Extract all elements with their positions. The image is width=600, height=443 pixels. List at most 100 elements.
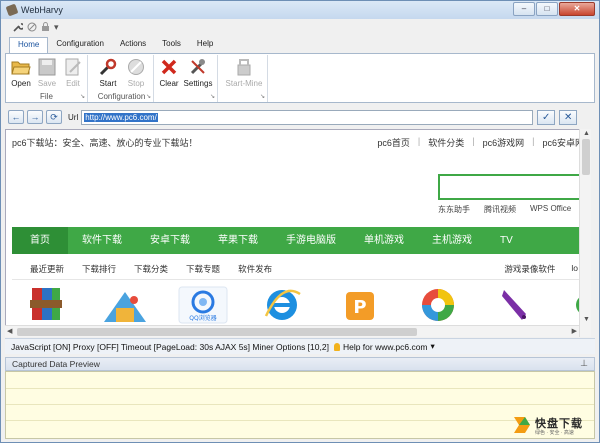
wrench-icon[interactable] — [13, 22, 23, 32]
edit-button[interactable]: Edit — [62, 57, 84, 88]
stop-load-button[interactable]: ✕ — [559, 109, 578, 125]
edit-icon — [63, 57, 83, 77]
hot-word[interactable]: 腾讯视频 — [484, 204, 516, 215]
site-nav-item[interactable]: 安卓下载 — [136, 227, 204, 254]
dropdown-icon[interactable]: ▾ — [54, 22, 59, 33]
settings-button[interactable]: Settings — [182, 57, 214, 88]
minimize-button[interactable]: – — [513, 2, 535, 16]
tab-tools[interactable]: Tools — [154, 37, 189, 53]
site-link[interactable]: pc6游戏网 — [483, 136, 525, 149]
start-label: Start — [99, 79, 117, 88]
cancel-icon[interactable] — [27, 22, 37, 32]
site-nav-item[interactable]: TV — [486, 227, 527, 254]
site-link[interactable]: 软件分类 — [428, 136, 464, 149]
start-mine-button[interactable]: Start-Mine — [222, 57, 266, 88]
back-button[interactable]: ← — [8, 110, 24, 124]
sub-nav-item[interactable]: 软件发布 — [238, 263, 272, 275]
site-nav-item[interactable]: 主机游戏 — [418, 227, 486, 254]
browser-view[interactable]: pc6下载站：安全、高速、放心的专业下载站！ pc6首页 | 软件分类 | pc… — [5, 129, 589, 337]
horizontal-scroll-thumb[interactable] — [17, 328, 417, 336]
tab-configuration[interactable]: Configuration — [48, 37, 112, 53]
settings-tools-icon — [188, 57, 208, 77]
start-button[interactable]: Start — [96, 57, 120, 88]
winrar-icon[interactable] — [26, 286, 72, 324]
site-top-links: pc6首页 | 软件分类 | pc6游戏网 | pc6安卓网 — [377, 136, 584, 149]
tab-actions[interactable]: Actions — [112, 37, 154, 53]
window-title: WebHarvy — [21, 5, 63, 15]
file-group: Open Save Edit File ↘ — [6, 55, 88, 102]
window-controls: – □ ✕ — [513, 2, 595, 16]
site-nav-item[interactable]: 手游电脑版 — [272, 227, 350, 254]
edit-label: Edit — [66, 79, 80, 88]
save-label: Save — [37, 79, 57, 88]
site-link[interactable]: pc6安卓网 — [542, 136, 584, 149]
folder-open-icon — [11, 57, 31, 77]
sub-nav-item[interactable]: 最近更新 — [30, 263, 64, 275]
settings-launcher-icon[interactable]: ↘ — [210, 93, 215, 100]
stop-label: Stop — [127, 79, 145, 88]
open-button[interactable]: Open — [10, 57, 32, 88]
start-mine-label: Start-Mine — [225, 79, 263, 88]
stop-icon — [126, 57, 146, 77]
address-bar: ← → ⟳ Url http://www.pc6.com/ ✓ ✕ — [5, 107, 595, 127]
app-window: WebHarvy – □ ✕ ▾ Home Configuration Acti… — [0, 0, 600, 443]
scroll-right-icon[interactable]: ▶ — [572, 327, 577, 335]
mine-icon — [234, 57, 254, 77]
close-button[interactable]: ✕ — [559, 2, 595, 16]
configuration-group: Start Stop File Configuration ↘ — [90, 55, 154, 102]
site-nav-item[interactable]: 单机游戏 — [350, 227, 418, 254]
vertical-scrollbar[interactable]: ▲ ▼ — [579, 129, 591, 337]
tab-home[interactable]: Home — [9, 37, 49, 54]
help-dropdown-icon[interactable]: ▾ — [431, 341, 435, 352]
pen-tool-icon[interactable] — [496, 286, 542, 324]
clear-button[interactable]: Clear — [158, 57, 180, 88]
title-bar: WebHarvy – □ ✕ — [1, 1, 599, 19]
hot-words: 东东助手 腾讯视频 WPS Office — [438, 204, 571, 215]
scroll-up-icon[interactable]: ▲ — [583, 130, 590, 137]
table-row — [6, 420, 594, 421]
hot-word[interactable]: 东东助手 — [438, 204, 470, 215]
sub-nav-item[interactable]: lo — [571, 263, 578, 275]
site-search-input[interactable] — [438, 174, 586, 200]
pdf-app-icon[interactable]: P — [340, 286, 386, 324]
lock-icon[interactable] — [41, 22, 50, 32]
stop-button[interactable]: Stop — [124, 57, 148, 88]
quick-access-toolbar: ▾ — [13, 20, 59, 34]
mine-launcher-icon[interactable]: ↘ — [260, 93, 265, 100]
refresh-button[interactable]: ⟳ — [46, 110, 62, 124]
url-input[interactable]: http://www.pc6.com/ — [81, 109, 534, 125]
site-main-nav: 首页 软件下载 安卓下载 苹果下载 手游电脑版 单机游戏 主机游戏 TV — [12, 227, 586, 254]
file-group-launcher-icon[interactable]: ↘ — [80, 93, 85, 100]
scroll-left-icon[interactable]: ◀ — [7, 327, 12, 335]
captured-data-table[interactable] — [5, 371, 595, 439]
site-nav-item[interactable]: 苹果下载 — [204, 227, 272, 254]
ie-icon[interactable] — [262, 286, 308, 324]
sub-nav-item[interactable]: 下载分类 — [134, 263, 168, 275]
go-button[interactable]: ✓ — [537, 109, 556, 125]
save-button[interactable]: Save — [36, 57, 58, 88]
site-nav-item[interactable]: 软件下载 — [68, 227, 136, 254]
picasa-icon[interactable] — [418, 286, 464, 324]
open-label: Open — [11, 79, 31, 88]
hot-word[interactable]: WPS Office — [530, 204, 571, 215]
qq-browser-icon[interactable]: QQ浏览器 — [178, 286, 228, 324]
mine-group: Start-Mine ↘ — [220, 55, 268, 102]
scroll-down-icon[interactable]: ▼ — [583, 316, 590, 323]
site-nav-item[interactable]: 首页 — [12, 227, 68, 254]
configuration-group-title: Configuration — [90, 92, 153, 101]
sub-nav-item[interactable]: 下载专题 — [186, 263, 220, 275]
lightbulb-icon — [333, 342, 340, 351]
sub-nav-item[interactable]: 游戏录像软件 — [504, 263, 555, 275]
forward-button[interactable]: → — [27, 110, 43, 124]
horizontal-scrollbar[interactable]: ◀ ▶ — [5, 325, 579, 337]
sub-nav-item[interactable]: 下载排行 — [82, 263, 116, 275]
house-app-icon[interactable] — [100, 286, 146, 324]
site-link[interactable]: pc6首页 — [377, 136, 410, 149]
url-text: http://www.pc6.com/ — [84, 112, 158, 122]
configuration-launcher-icon[interactable]: ↘ — [146, 93, 151, 100]
maximize-button[interactable]: □ — [536, 2, 558, 16]
vertical-scroll-thumb[interactable] — [582, 139, 590, 175]
tab-help[interactable]: Help — [189, 37, 221, 53]
help-link[interactable]: Help for www.pc6.com — [343, 342, 428, 352]
pin-icon[interactable]: ⊥ — [580, 358, 588, 369]
